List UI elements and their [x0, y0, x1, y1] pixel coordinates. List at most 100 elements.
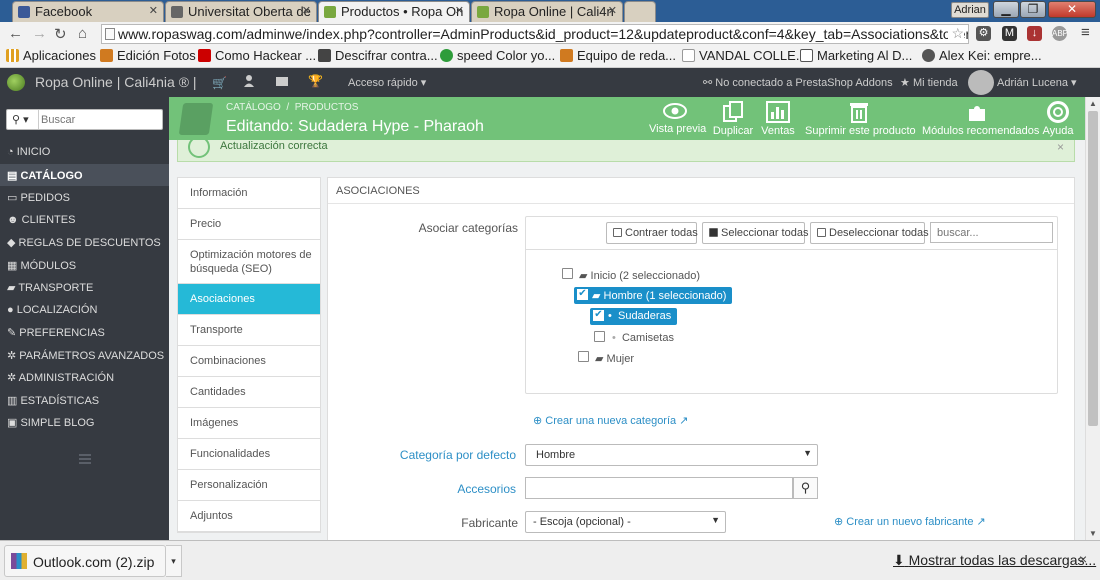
bookmark-speed-color[interactable]: speed Color yo...	[440, 48, 555, 63]
bookmark-edicion-fotos[interactable]: Edición Fotos	[100, 48, 196, 63]
tab-cantidades[interactable]: Cantidades	[178, 377, 320, 408]
browser-tab-productos[interactable]: Productos • Ropa On ✕	[318, 1, 470, 22]
help-button[interactable]: Ayuda	[1042, 101, 1074, 137]
sidebar-search[interactable]: ⚲ ▾	[6, 109, 163, 130]
close-tab-icon[interactable]: ✕	[302, 4, 311, 17]
scroll-down-arrow-icon[interactable]: ▼	[1089, 529, 1097, 538]
tab-precio[interactable]: Precio	[178, 209, 320, 240]
settings-extension-icon[interactable]: ⚙	[976, 26, 991, 41]
sidebar-item-modulos[interactable]: ▦ Módulos	[0, 254, 169, 276]
checkbox-inicio[interactable]	[562, 268, 573, 279]
sidebar-item-localizacion[interactable]: ● Localización	[0, 299, 169, 321]
sidebar-item-simple-blog[interactable]: ▣ Simple Blog	[0, 411, 169, 433]
browser-tab-ropa-online[interactable]: Ropa Online | Cali4n ✕	[471, 1, 623, 22]
scrollbar-thumb[interactable]	[1088, 111, 1098, 426]
download-extension-icon[interactable]: ↓	[1027, 26, 1042, 41]
sales-button[interactable]: Ventas	[761, 101, 795, 137]
tree-node-mujer[interactable]: ▰ Mujer	[595, 352, 634, 365]
delete-product-button[interactable]: Suprimir este producto	[805, 101, 916, 137]
accessories-input[interactable]	[525, 477, 793, 499]
tab-adjuntos[interactable]: Adjuntos	[178, 501, 320, 532]
back-arrow-icon[interactable]: ←	[8, 25, 23, 42]
collapse-all-button[interactable]: Contraer todas	[606, 222, 698, 244]
checkbox-sudaderas-checked[interactable]: ✔	[593, 310, 604, 321]
tab-seo[interactable]: Optimización motores de búsqueda (SEO)	[178, 240, 320, 284]
home-icon[interactable]: ⌂	[78, 25, 87, 42]
search-type-dropdown[interactable]: ⚲ ▾	[7, 110, 39, 129]
close-tab-icon[interactable]: ✕	[455, 4, 464, 17]
user-avatar[interactable]	[968, 70, 994, 95]
manufacturer-select[interactable]: - Escoja (opcional) - ▼	[525, 511, 726, 533]
reload-icon[interactable]: ↻	[54, 25, 67, 43]
bookmark-vandal[interactable]: VANDAL COLLE...	[682, 48, 807, 63]
sidebar-item-inicio[interactable]: ◔ Inicio	[0, 141, 169, 163]
alert-close-icon[interactable]: ×	[1057, 140, 1064, 154]
scroll-up-arrow-icon[interactable]: ▲	[1089, 99, 1097, 108]
new-tab-button[interactable]	[624, 1, 656, 22]
tab-transporte[interactable]: Transporte	[178, 315, 320, 346]
tab-asociaciones[interactable]: Asociaciones	[178, 284, 320, 315]
checkbox-hombre-checked[interactable]: ✔	[577, 289, 588, 300]
tab-informacion[interactable]: Información	[178, 178, 320, 209]
minimize-window-button[interactable]: ▁	[993, 1, 1019, 18]
page-scrollbar[interactable]: ▲ ▼	[1085, 97, 1100, 540]
download-options-chevron-icon[interactable]: ▾	[166, 545, 182, 577]
sidebar-item-pedidos[interactable]: ▭ Pedidos	[0, 186, 169, 208]
browser-user-chip[interactable]: Adrian	[951, 2, 989, 18]
tree-node-inicio[interactable]: ▰ Inicio (2 seleccionado)	[579, 269, 700, 282]
maximize-window-button[interactable]: ❐	[1020, 1, 1046, 18]
tree-node-camisetas[interactable]: • Camisetas	[612, 332, 674, 344]
search-input[interactable]	[41, 111, 159, 128]
recommended-modules-button[interactable]: Módulos recomendados	[922, 101, 1039, 137]
sidebar-item-clientes[interactable]: ☻ Clientes	[0, 209, 169, 231]
star-bookmark-icon[interactable]: ☆	[948, 25, 964, 42]
customer-icon[interactable]	[244, 75, 254, 87]
bookmark-descifrar[interactable]: Descifrar contra...	[318, 48, 438, 63]
create-category-link[interactable]: ⊕ Crear una nueva categoría ↗	[533, 414, 688, 427]
duplicate-button[interactable]: Duplicar	[712, 101, 754, 137]
create-manufacturer-link[interactable]: ⊕ Crear un nuevo fabricante ↗	[834, 515, 986, 528]
sidebar-item-preferencias[interactable]: ✎ Preferencias	[0, 321, 169, 343]
sidebar-item-reglas-descuentos[interactable]: ◆ Reglas de descuentos	[0, 231, 169, 253]
bookmark-alex-kei[interactable]: Alex Kei: empre...	[922, 48, 1042, 63]
tab-imagenes[interactable]: Imágenes	[178, 408, 320, 439]
collapse-menu-icon[interactable]	[79, 454, 91, 464]
sidebar-item-parametros-avanzados[interactable]: ✲ Parámetros avanzados	[0, 344, 169, 366]
default-category-select[interactable]: Hombre ▼	[525, 444, 818, 466]
trophy-icon[interactable]: 🏆	[308, 74, 323, 88]
bookmark-equipo-redaccion[interactable]: Equipo de reda...	[560, 48, 676, 63]
show-all-downloads-link[interactable]: ⬇ Mostrar todas las descargas...	[893, 552, 1096, 569]
my-store-link[interactable]: ★ Mi tienda	[900, 76, 958, 89]
tab-personalizacion[interactable]: Personalización	[178, 470, 320, 501]
download-item[interactable]: Outlook.com (2).zip	[4, 545, 166, 577]
close-tab-icon[interactable]: ✕	[149, 4, 158, 17]
browser-tab-facebook[interactable]: Facebook ✕	[12, 1, 164, 22]
quick-access-dropdown[interactable]: Acceso rápido ▾	[348, 76, 426, 89]
tree-node-hombre[interactable]: ✔ ▰ Hombre (1 seleccionado)	[574, 287, 733, 304]
sidebar-item-estadisticas[interactable]: ▥ Estadísticas	[0, 389, 169, 411]
checkbox-camisetas[interactable]	[594, 331, 605, 342]
deselect-all-button[interactable]: Deseleccionar todas	[810, 222, 929, 244]
tree-search-input[interactable]	[930, 222, 1053, 243]
m-extension-icon[interactable]: M	[1002, 26, 1017, 41]
select-all-button[interactable]: Seleccionar todas	[702, 222, 808, 244]
user-menu-dropdown[interactable]: Adrián Lucena ▾	[997, 76, 1077, 89]
sidebar-item-catalogo[interactable]: ▤ Catálogo	[0, 164, 169, 186]
bookmark-apps[interactable]: Aplicaciones	[6, 48, 96, 63]
sidebar-item-administracion[interactable]: ✲ Administración	[0, 366, 169, 388]
checkbox-mujer[interactable]	[578, 351, 589, 362]
bookmark-marketing[interactable]: Marketing Al D...	[800, 48, 912, 63]
addons-status[interactable]: ⚯ No conectado a PrestaShop Addons	[703, 76, 893, 89]
tab-combinaciones[interactable]: Combinaciones	[178, 346, 320, 377]
preview-button[interactable]: Vista previa	[649, 101, 706, 135]
tree-node-sudaderas[interactable]: ✔ • Sudaderas	[590, 308, 678, 325]
adblock-extension-icon[interactable]: ABP	[1052, 26, 1068, 41]
close-download-shelf-icon[interactable]: ×	[1079, 551, 1087, 567]
sidebar-item-transporte[interactable]: ▰ Transporte	[0, 276, 169, 298]
shop-brand[interactable]: Ropa Online | Cali4nia ® |	[35, 74, 197, 90]
close-tab-icon[interactable]: ✕	[608, 4, 617, 17]
forward-arrow-icon[interactable]: →	[32, 25, 47, 42]
tab-funcionalidades[interactable]: Funcionalidades	[178, 439, 320, 470]
close-window-button[interactable]: ✕	[1048, 1, 1096, 18]
browser-tab-uoc[interactable]: Universitat Oberta de ✕	[165, 1, 317, 22]
